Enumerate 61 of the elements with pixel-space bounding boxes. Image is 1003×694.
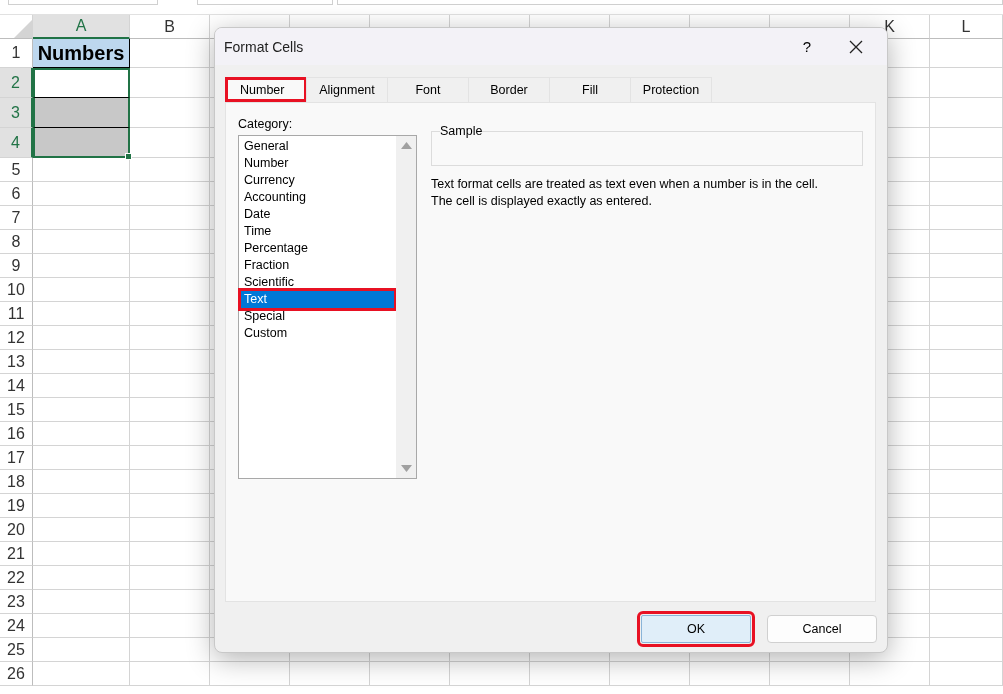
row-header[interactable]: 19 [0, 494, 33, 518]
list-item[interactable]: Percentage [241, 240, 394, 257]
formula-bar[interactable] [337, 0, 1003, 5]
tab[interactable]: Number [225, 77, 307, 102]
tab[interactable]: Protection [630, 77, 712, 102]
row-header[interactable]: 23 [0, 590, 33, 614]
help-button[interactable]: ? [797, 38, 817, 55]
row-header[interactable]: 14 [0, 374, 33, 398]
fill-handle[interactable] [125, 153, 132, 160]
column-header[interactable]: A [33, 15, 130, 39]
row-header[interactable]: 20 [0, 518, 33, 542]
list-item[interactable]: Custom [241, 325, 394, 342]
category-label: Category: [238, 117, 294, 131]
row-header[interactable]: 25 [0, 638, 33, 662]
list-item[interactable]: Date [241, 206, 394, 223]
column-header[interactable]: L [930, 15, 1003, 39]
row-header[interactable]: 5 [0, 158, 33, 182]
row-header[interactable]: 17 [0, 446, 33, 470]
list-item[interactable]: Accounting [241, 189, 394, 206]
row-header[interactable]: 4 [0, 128, 33, 158]
row-header[interactable]: 21 [0, 542, 33, 566]
row-header[interactable]: 10 [0, 278, 33, 302]
row-header[interactable]: 12 [0, 326, 33, 350]
row-header[interactable]: 22 [0, 566, 33, 590]
scroll-down-icon[interactable] [400, 465, 412, 472]
list-item[interactable]: Text [241, 291, 394, 308]
row-header[interactable]: 7 [0, 206, 33, 230]
list-item[interactable]: Scientific [241, 274, 394, 291]
table-cell: Numbers [33, 39, 130, 68]
row-header[interactable]: 16 [0, 422, 33, 446]
row-header[interactable]: 24 [0, 614, 33, 638]
row-header[interactable]: 26 [0, 662, 33, 686]
list-item[interactable]: Number [241, 155, 394, 172]
column-header[interactable]: B [130, 15, 210, 39]
close-icon[interactable] [849, 39, 863, 54]
list-item[interactable]: Fraction [241, 257, 394, 274]
scrollbar[interactable] [396, 136, 416, 478]
sample-label: Sample [440, 124, 483, 138]
row-header[interactable]: 11 [0, 302, 33, 326]
row-header[interactable]: 1 [0, 39, 33, 68]
row-header[interactable]: 13 [0, 350, 33, 374]
list-item[interactable]: Currency [241, 172, 394, 189]
row-header[interactable]: 15 [0, 398, 33, 422]
name-box[interactable] [8, 0, 158, 5]
category-list[interactable]: General Number Currency Accounting Date Time Percentage Fraction Scientific Text Special Custom [238, 135, 417, 479]
row-header[interactable]: 8 [0, 230, 33, 254]
list-item[interactable]: Time [241, 223, 394, 240]
list-item[interactable]: General [241, 138, 394, 155]
dialog-title: Format Cells [224, 38, 305, 55]
description-text: The cell is displayed exactly as entered. [431, 193, 653, 210]
row-header[interactable]: 2 [0, 68, 33, 98]
row-header[interactable]: 3 [0, 98, 33, 128]
scroll-up-icon[interactable] [400, 142, 412, 149]
row-header[interactable]: 6 [0, 182, 33, 206]
dialog-button[interactable]: Cancel [767, 615, 877, 643]
row-header[interactable]: 9 [0, 254, 33, 278]
tab[interactable]: Alignment [306, 77, 388, 102]
description-text: Text format cells are treated as text even when a number is in the cell. [431, 176, 819, 193]
row-header[interactable]: 18 [0, 470, 33, 494]
toolbar-field[interactable] [197, 0, 333, 5]
list-item[interactable]: Special [241, 308, 394, 325]
